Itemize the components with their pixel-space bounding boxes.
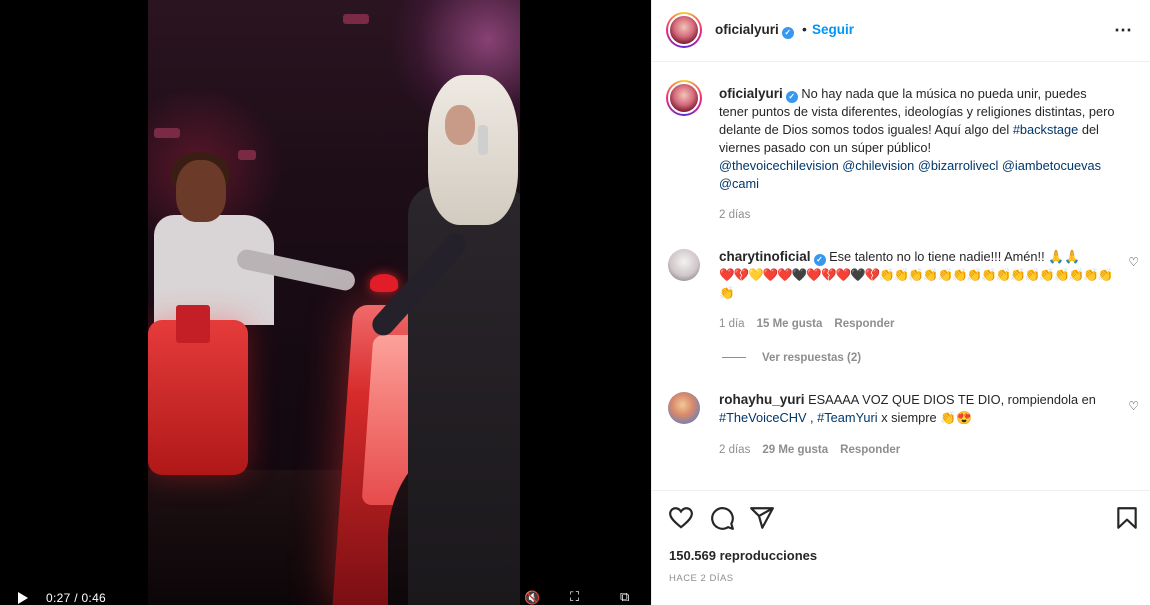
comment-text: charytinoficial ✓ Ese talento no lo tiene… [719, 249, 1113, 300]
stage-light [154, 128, 180, 138]
reply-button[interactable]: Responder [840, 444, 900, 456]
microphone [478, 125, 488, 155]
pip-icon[interactable]: ⧉ [620, 589, 629, 605]
mute-icon[interactable]: 🔇 [524, 590, 540, 605]
verified-icon: ✓ [785, 91, 798, 103]
red-chair [148, 320, 248, 475]
views-count[interactable]: 150.569 reproducciones [669, 548, 817, 563]
comment-meta: 2 días 29 Me gusta Responder [719, 444, 901, 456]
comment-meta: 1 día 15 Me gusta Responder [719, 318, 895, 330]
post-actions: 150.569 reproducciones HACE 2 DÍAS [652, 490, 1150, 605]
singer [353, 75, 520, 605]
hashtag-link[interactable]: #backstage [1013, 122, 1078, 137]
more-options-icon[interactable]: ⋯ [1114, 20, 1133, 41]
avatar[interactable] [668, 249, 700, 281]
hashtag-link[interactable]: #TheVoiceCHV [719, 410, 807, 425]
verified-icon: ✓ [781, 27, 794, 39]
avatar[interactable] [666, 12, 702, 48]
post-header: oficialyuri ✓ • Seguir ⋯ [652, 0, 1150, 62]
comment-like-icon[interactable]: ♡ [1128, 255, 1139, 269]
stage-light [238, 150, 256, 160]
heart-icon[interactable] [668, 505, 694, 531]
mention-links[interactable]: @thevoicechilevision @chilevision @bizar… [719, 158, 1101, 191]
red-cup [176, 305, 210, 343]
comment-text: rohayhu_yuri ESAAAA VOZ QUE DIOS TE DIO,… [719, 392, 1096, 425]
caption-text: oficialyuri ✓ No hay nada que la música n… [719, 86, 1115, 191]
avatar[interactable] [666, 80, 702, 116]
play-icon[interactable] [18, 592, 28, 604]
caption-time: 2 días [719, 209, 751, 221]
video-frame[interactable] [148, 0, 520, 605]
avatar[interactable] [668, 392, 700, 424]
coach-seated [154, 152, 357, 325]
post-sidebar: oficialyuri ✓ • Seguir ⋯ oficialyuri ✓ No … [651, 0, 1150, 605]
video-time: 0:27 / 0:46 [46, 591, 107, 605]
emoji-line: ❤️💔💛❤️❤️🖤❤️💔❤️🖤💔👏👏👏👏👏👏👏👏👏👏👏👏👏👏👏👏👏 [719, 268, 1113, 300]
likes-count[interactable]: 29 Me gusta [762, 444, 828, 456]
comments-list[interactable]: oficialyuri ✓ No hay nada que la música n… [652, 63, 1150, 483]
comment-username[interactable]: charytinoficial ✓ [719, 249, 826, 266]
share-icon[interactable] [749, 505, 775, 531]
reply-button[interactable]: Responder [834, 318, 894, 330]
video-player[interactable]: 0:27 / 0:46 🔇 ⛶ ⧉ [0, 0, 651, 605]
hashtag-link[interactable]: #TeamYuri [817, 410, 877, 425]
comment-icon[interactable] [709, 505, 735, 531]
comment-username[interactable]: rohayhu_yuri [719, 392, 805, 407]
header-username[interactable]: oficialyuri ✓ [715, 22, 794, 39]
stage-light [343, 14, 369, 24]
follow-button[interactable]: Seguir [812, 22, 854, 37]
video-controls: 0:27 / 0:46 🔇 ⛶ ⧉ [0, 587, 651, 605]
verified-icon: ✓ [813, 254, 826, 266]
separator-dot: • [802, 21, 807, 37]
bookmark-icon[interactable] [1114, 505, 1140, 531]
comment-like-icon[interactable]: ♡ [1128, 399, 1139, 413]
fullscreen-icon[interactable]: ⛶ [570, 589, 579, 605]
posted-time: HACE 2 DÍAS [669, 573, 734, 584]
likes-count[interactable]: 15 Me gusta [757, 318, 823, 330]
view-replies-button[interactable]: Ver respuestas (2) [722, 352, 861, 364]
caption-username[interactable]: oficialyuri ✓ [719, 86, 798, 103]
